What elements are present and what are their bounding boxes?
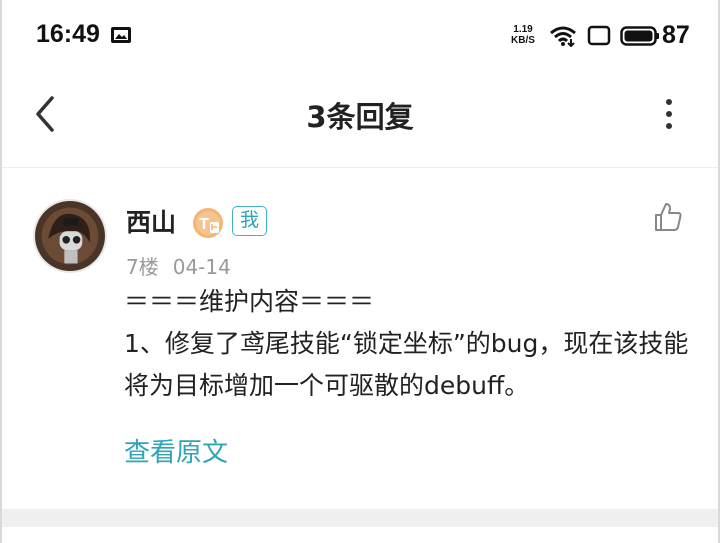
section-divider xyxy=(2,509,718,527)
avatar-image xyxy=(35,201,105,271)
page-title: 3条回复 xyxy=(306,100,414,134)
network-speed-unit: KB/S xyxy=(511,35,535,46)
battery-icon xyxy=(620,26,659,46)
more-vertical-icon[interactable] xyxy=(652,94,686,134)
content-line: 1、修复了鸢尾技能“锁定坐标”的bug，现在该技能将为目标增加一个可驱散的deb… xyxy=(124,329,689,400)
battery-level: 87 xyxy=(662,21,690,49)
header-bar: 3条回复 xyxy=(2,72,718,168)
notification-icon xyxy=(111,27,131,43)
reply-card: 西山 T 我 7楼 04-14 ＝＝＝维护内容＝＝＝ 1、修复了鸢尾技能“锁定坐标… xyxy=(2,169,718,509)
user-level-badge-icon: T xyxy=(193,208,223,238)
network-speed: 1.19 KB/S xyxy=(507,24,539,46)
floor-number: 7楼 xyxy=(126,255,159,279)
view-original-link[interactable]: 查看原文 xyxy=(124,432,228,469)
me-badge: 我 xyxy=(232,206,268,236)
screen-icon xyxy=(587,25,611,46)
network-speed-value: 1.19 xyxy=(513,24,533,35)
username[interactable]: 西山 xyxy=(126,203,176,239)
reply-content: ＝＝＝维护内容＝＝＝ 1、修复了鸢尾技能“锁定坐标”的bug，现在该技能将为目标… xyxy=(124,281,704,407)
reply-meta: 7楼 04-14 xyxy=(126,251,231,280)
thumbs-up-icon[interactable] xyxy=(652,201,684,233)
status-bar: 16:49 1.19 KB/S 87 xyxy=(2,0,718,72)
wifi-icon xyxy=(550,26,576,47)
content-line: ＝＝＝维护内容＝＝＝ xyxy=(124,287,375,316)
status-time: 16:49 xyxy=(36,20,100,48)
avatar[interactable] xyxy=(33,199,107,273)
level-badge-letter: T xyxy=(199,216,209,233)
reply-date: 04-14 xyxy=(172,255,231,279)
